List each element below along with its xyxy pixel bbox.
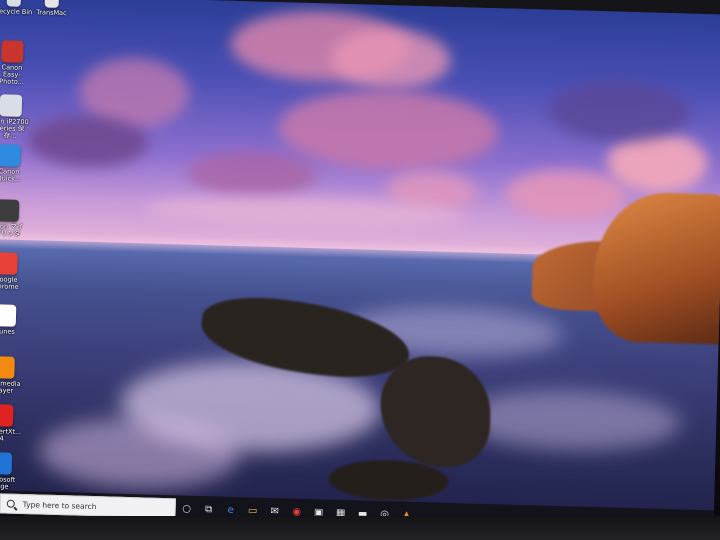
desktop-icon-itunes[interactable]: iTunes	[0, 304, 25, 355]
monitor-bezel: Canon Easy-Photo... non iP2700 series 保存.…	[0, 0, 720, 540]
desktop-wallpaper	[0, 0, 720, 535]
printer-icon	[0, 94, 23, 117]
itunes-icon	[0, 304, 17, 327]
desktop-icon-label: anon マイ プリンタ	[0, 222, 24, 238]
desktop-icon-label: Recycle Bin	[0, 7, 33, 17]
desktop-icon-transmac[interactable]: TransMac	[31, 0, 72, 46]
vlc-icon	[0, 356, 15, 379]
desktop-icon-label: Microsoft Edge	[0, 475, 16, 491]
desktop-screen: Canon Easy-Photo... non iP2700 series 保存.…	[0, 0, 720, 535]
desktop-icon-canon-printer[interactable]: Canon Easy-Photo...	[0, 40, 33, 91]
quick-menu-icon	[0, 144, 21, 167]
monitor-bottom-bezel	[0, 516, 720, 540]
desktop-icon-label: non iP2700 series 保存...	[0, 117, 29, 140]
desktop-icon-printer[interactable]: non iP2700 series 保存...	[0, 94, 31, 145]
desktop-icon-label: Canon Easy-Photo...	[0, 63, 24, 86]
my-printer-icon	[0, 199, 20, 222]
taskbar-search-box[interactable]: Type here to search	[0, 493, 176, 519]
desktop-icon-recycle-bin[interactable]: Recycle Bin	[0, 0, 34, 45]
desktop-icon-label: VLC media player	[0, 379, 21, 395]
desktop-icon-quick-menu[interactable]: Canon Quick...	[0, 144, 30, 195]
convertxtodvd-icon	[0, 404, 14, 427]
desktop-icon-chrome[interactable]: Google Chrome	[0, 252, 27, 303]
edge-icon	[0, 452, 13, 475]
desktop-icon-label: TransMac	[36, 8, 67, 18]
recycle-bin-icon	[6, 0, 21, 7]
desktop-icon-convertxtodvd[interactable]: ConvertXt... 4	[0, 404, 23, 455]
desktop-icon-label: Google Chrome	[0, 275, 19, 291]
search-icon	[6, 499, 15, 508]
chrome-icon	[0, 252, 18, 275]
desktop-icon-label: ConvertXt... 4	[0, 426, 22, 443]
desktop-icon-label: Canon Quick...	[0, 167, 22, 183]
transmac-icon	[44, 0, 59, 8]
desktop-icon-my-printer[interactable]: anon マイ プリンタ	[0, 199, 28, 250]
desktop-icon-label: iTunes	[0, 327, 15, 336]
desktop-icon-vlc[interactable]: VLC media player	[0, 356, 24, 407]
search-placeholder: Type here to search	[22, 499, 97, 511]
